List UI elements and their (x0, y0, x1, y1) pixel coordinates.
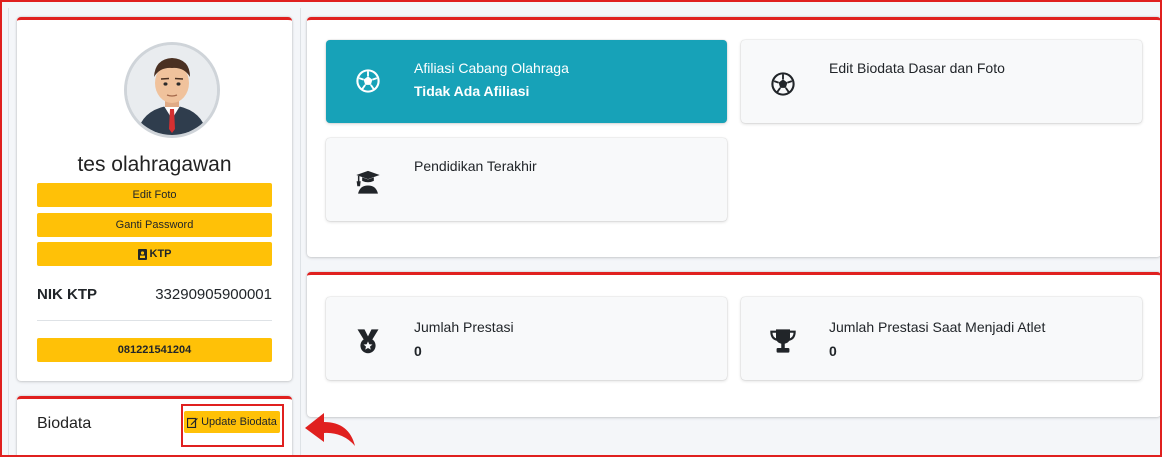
edit-icon (187, 417, 198, 428)
divider (37, 320, 272, 321)
soccer-ball-icon (771, 72, 795, 96)
trophy-icon (770, 329, 796, 353)
sport-affiliation-title: Afiliasi Cabang Olahraga (414, 60, 569, 76)
page-border-line (300, 8, 301, 457)
nik-row: NIK KTP 33290905900001 (37, 286, 272, 303)
graduate-icon (356, 170, 380, 194)
edit-basic-biodata-title: Edit Biodata Dasar dan Foto (829, 60, 1005, 76)
phone-button[interactable]: 081221541204 (37, 338, 272, 362)
avatar-icon (127, 45, 217, 135)
profile-name: tes olahragawan (77, 153, 232, 176)
athlete-achievement-count-title: Jumlah Prestasi Saat Menjadi Atlet (829, 319, 1046, 335)
update-biodata-label: Update Biodata (201, 416, 277, 428)
nik-value: 33290905900001 (155, 286, 272, 303)
nik-label: NIK KTP (37, 286, 97, 303)
last-education-tile[interactable]: Pendidikan Terakhir (326, 138, 727, 221)
arrow-icon (305, 413, 355, 446)
athlete-achievement-count-value: 0 (829, 343, 837, 359)
athlete-achievement-count-tile[interactable]: Jumlah Prestasi Saat Menjadi Atlet 0 (741, 297, 1142, 380)
id-card-icon (137, 248, 147, 260)
sport-affiliation-value: Tidak Ada Afiliasi (414, 83, 530, 99)
medal-icon (357, 329, 379, 354)
avatar (124, 42, 220, 138)
achievement-count-tile[interactable]: Jumlah Prestasi 0 (326, 297, 727, 380)
change-password-button[interactable]: Ganti Password (37, 213, 272, 237)
biodata-card: Biodata Update Biodata (17, 396, 292, 457)
update-biodata-button[interactable]: Update Biodata (184, 411, 280, 433)
edit-basic-biodata-tile[interactable]: Edit Biodata Dasar dan Foto (741, 40, 1142, 123)
achievement-count-title: Jumlah Prestasi (414, 319, 514, 335)
achievement-count-value: 0 (414, 343, 422, 359)
profile-card: tes olahragawan Edit Foto Ganti Password… (17, 17, 292, 381)
ktp-button[interactable]: KTP (37, 242, 272, 266)
menu-card: Afiliasi Cabang Olahraga Tidak Ada Afili… (307, 17, 1161, 257)
sport-affiliation-tile[interactable]: Afiliasi Cabang Olahraga Tidak Ada Afili… (326, 40, 727, 123)
edit-photo-button[interactable]: Edit Foto (37, 183, 272, 207)
stats-card: Jumlah Prestasi 0 Jumlah Prestasi Saat M… (307, 272, 1161, 417)
page-border-line (8, 8, 9, 457)
soccer-ball-icon (356, 69, 380, 93)
ktp-label: KTP (149, 248, 172, 260)
last-education-title: Pendidikan Terakhir (414, 158, 537, 174)
biodata-title: Biodata (37, 415, 92, 432)
